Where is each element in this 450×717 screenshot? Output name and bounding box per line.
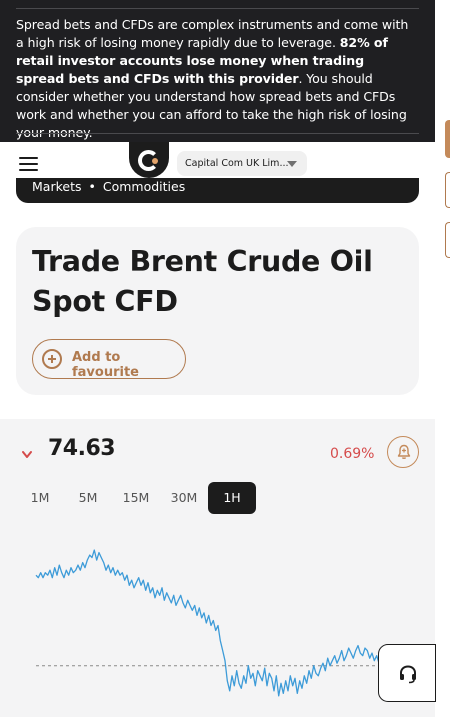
risk-warning-text: Spread bets and CFDs are complex instrum…	[16, 17, 409, 140]
breadcrumb-item-commodities[interactable]: Commodities	[103, 179, 185, 194]
timeframe-30m[interactable]: 30M	[160, 482, 208, 514]
current-price: 74.63	[48, 436, 116, 461]
price-change: 0.69%	[330, 446, 375, 462]
timeframe-15m[interactable]: 15M	[112, 482, 160, 514]
page-title: Trade Brent Crude Oil Spot CFD	[32, 245, 373, 318]
breadcrumb: Markets • Commodities	[16, 178, 419, 203]
banner-divider-top	[16, 8, 419, 9]
support-button[interactable]	[378, 644, 436, 702]
timeframe-1h[interactable]: 1H	[208, 482, 256, 514]
price-line	[35, 549, 401, 697]
add-to-favourite-label: Add to favourite	[72, 350, 139, 380]
plus-circle-icon	[42, 349, 62, 369]
instrument-card: Trade Brent Crude Oil Spot CFD Add to fa…	[16, 227, 419, 395]
price-alert-button[interactable]	[387, 436, 419, 468]
banner-divider-bottom	[16, 133, 419, 134]
chart-panel: 74.63 0.69% 1M 5M 15M 30M 1H	[0, 419, 435, 717]
side-tab-secondary[interactable]	[445, 172, 450, 208]
entity-selector[interactable]: Capital Com UK Lim...	[177, 151, 307, 176]
side-tab-primary[interactable]	[445, 120, 450, 158]
chevron-down-icon	[22, 451, 32, 458]
chevron-down-icon	[287, 161, 297, 167]
page: Spread bets and CFDs are complex instrum…	[0, 0, 450, 717]
hamburger-icon[interactable]	[19, 157, 38, 171]
logo-dot	[152, 158, 158, 164]
price-chart[interactable]	[0, 534, 435, 717]
bell-icon	[397, 444, 411, 459]
timeframe-1m[interactable]: 1M	[16, 482, 64, 514]
breadcrumb-separator: •	[88, 179, 96, 194]
side-tab-tertiary[interactable]	[445, 222, 450, 258]
add-to-favourite-button[interactable]: Add to favourite	[32, 339, 186, 380]
headset-icon	[400, 665, 416, 684]
timeframe-selector: 1M 5M 15M 30M 1H	[16, 482, 256, 514]
breadcrumb-item-markets[interactable]: Markets	[32, 179, 81, 194]
timeframe-5m[interactable]: 5M	[64, 482, 112, 514]
risk-warning-banner: Spread bets and CFDs are complex instrum…	[0, 0, 435, 142]
entity-label: Capital Com UK Lim...	[185, 158, 289, 169]
